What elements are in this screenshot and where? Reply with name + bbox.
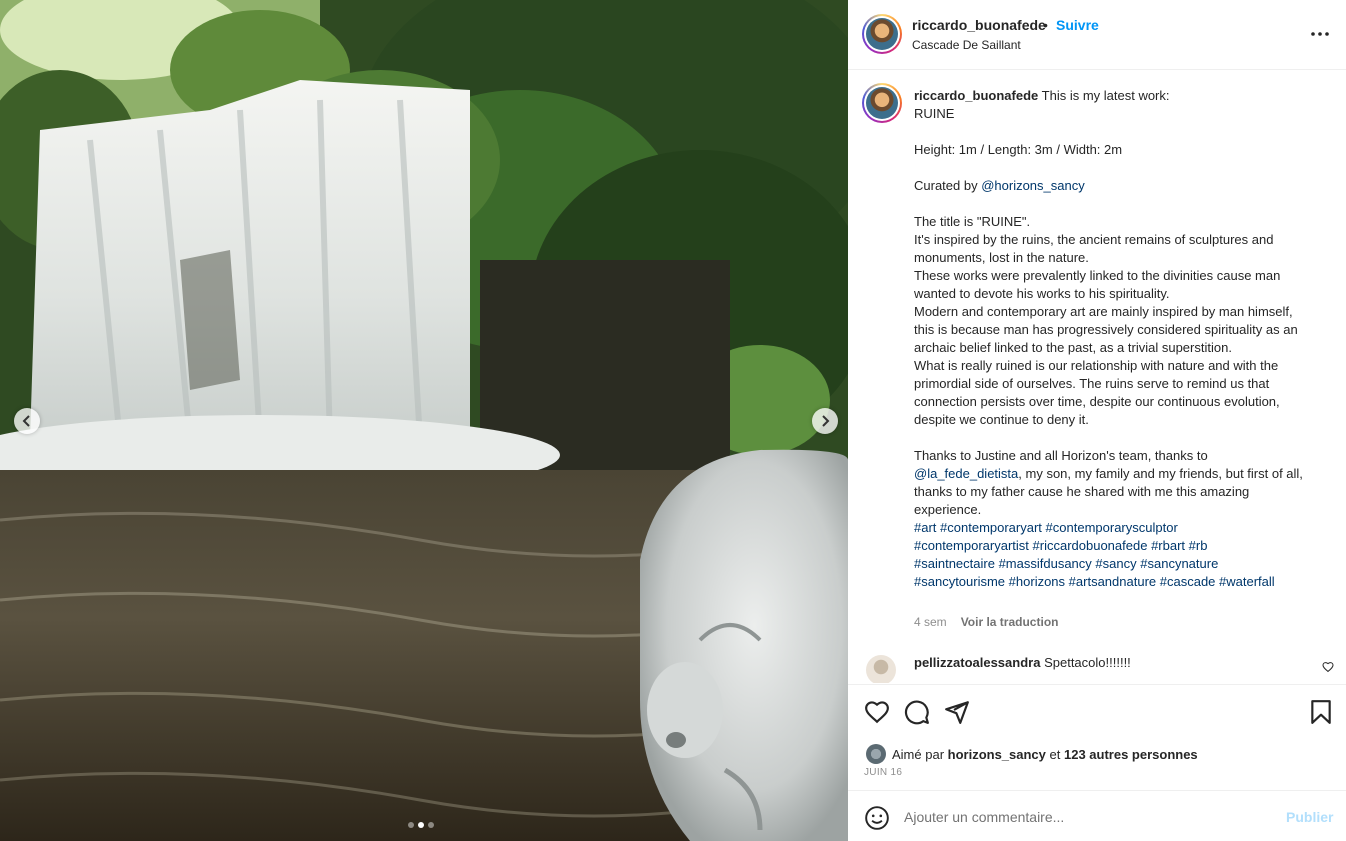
follow-button[interactable]: Suivre [1056,17,1099,33]
caption-author-avatar[interactable] [862,83,902,123]
caption-meta: 4 sem Voir la traduction [914,615,1058,629]
hashtag[interactable]: #contemporaryartist [914,538,1029,553]
hashtag[interactable]: #sancynature [1140,556,1218,571]
comment-like-icon[interactable] [1322,661,1334,673]
comment-item: pellizzatoalessandra Spettacolo!!!!!!! [848,647,1346,683]
emoji-icon[interactable] [864,805,890,831]
likes-prefix: Aimé par [892,746,948,762]
mention-horizons-sancy[interactable]: @horizons_sancy [981,178,1085,193]
carousel-indicator [408,822,434,828]
hashtag[interactable]: #rbart [1151,538,1185,553]
post-caption: riccardo_buonafede This is my latest wor… [914,87,1314,591]
post-side-panel: riccardo_buonafede • Suivre Cascade De S… [848,0,1346,841]
hashtag[interactable]: #rb [1189,538,1208,553]
hashtag[interactable]: #cascade [1160,574,1216,589]
hashtag[interactable]: #sancytourisme [914,574,1005,589]
bookmark-icon[interactable] [1308,699,1334,725]
more-horizontal-icon[interactable] [1308,26,1332,42]
hashtag[interactable]: #horizons [1009,574,1065,589]
hashtag[interactable]: #contemporarysculptor [1046,520,1178,535]
post-date[interactable]: JUIN 16 [864,767,902,778]
paper-plane-icon[interactable] [944,699,970,725]
caption-section: riccardo_buonafede This is my latest wor… [848,71,1346,683]
chevron-left-icon [22,415,30,427]
hashtag[interactable]: #waterfall [1219,574,1275,589]
author-avatar[interactable] [862,14,902,54]
publish-button[interactable]: Publier [1286,809,1333,825]
chevron-right-icon [822,415,830,427]
carousel-dot-active [418,822,424,828]
author-username[interactable]: riccardo_buonafede [912,17,1046,33]
previous-slide-button[interactable] [14,408,40,434]
carousel-dot [428,822,434,828]
comment-input[interactable] [904,806,1264,828]
hashtag[interactable]: #riccardobuonafede [1033,538,1148,553]
hashtag[interactable]: #sancy [1095,556,1136,571]
likes-summary: Aimé par horizons_sancy et 123 autres pe… [866,744,1198,764]
mention-la-fede-dietista[interactable]: @la_fede_dietista [914,466,1018,481]
post-actions: Aimé par horizons_sancy et 123 autres pe… [848,684,1346,790]
header-separator: • [1043,17,1048,33]
post-location[interactable]: Cascade De Saillant [912,38,1021,52]
waterfall-sculpture-photo [0,0,848,841]
see-translation-button[interactable]: Voir la traduction [961,615,1059,629]
hashtag[interactable]: #artsandnature [1069,574,1156,589]
next-slide-button[interactable] [812,408,838,434]
post-header: riccardo_buonafede • Suivre Cascade De S… [848,0,1346,70]
commenter-username[interactable]: pellizzatoalessandra [914,655,1040,670]
hashtag[interactable]: #massifdusancy [999,556,1092,571]
likes-count[interactable]: 123 autres personnes [1064,747,1198,762]
commenter-avatar[interactable] [866,655,896,683]
heart-icon[interactable] [864,699,890,725]
comment-bubble-icon[interactable] [904,699,930,725]
likes-middle: et [1045,746,1064,762]
caption-username[interactable]: riccardo_buonafede [914,88,1038,103]
comment-text: pellizzatoalessandra Spettacolo!!!!!!! [914,655,1131,670]
post-photo [0,0,848,841]
add-comment-bar: Publier [848,790,1346,841]
post-time-ago[interactable]: 4 sem [914,615,947,629]
hashtag[interactable]: #art [914,520,936,535]
carousel-dot [408,822,414,828]
liker-username[interactable]: horizons_sancy [948,747,1046,762]
comment-body: Spettacolo!!!!!!! [1044,655,1131,670]
hashtag[interactable]: #contemporaryart [940,520,1042,535]
liker-avatar[interactable] [866,744,886,764]
hashtag[interactable]: #saintnectaire [914,556,995,571]
caption-text-2: The title is "RUINE". It's inspired by t… [914,214,1298,463]
